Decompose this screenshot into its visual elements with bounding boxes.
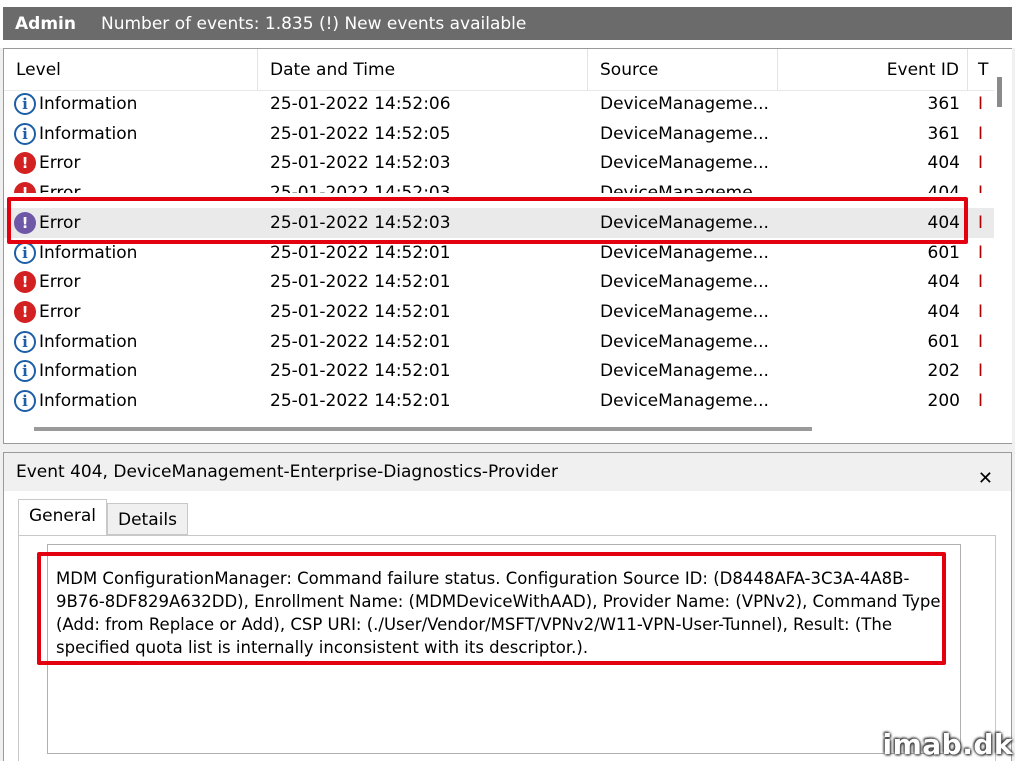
event-list-header: Level Date and Time Source Event ID T bbox=[4, 49, 994, 91]
info-icon: i bbox=[14, 330, 36, 353]
cell-event-id: 200 bbox=[927, 391, 960, 411]
column-header-event-id[interactable]: Event ID bbox=[778, 49, 968, 91]
cell-level-text: Error bbox=[39, 272, 81, 293]
top-area: Admin Number of events: 1.835 (!) New ev… bbox=[0, 0, 1015, 48]
cell-event-id: 404 bbox=[927, 183, 960, 194]
cell-event-id: 361 bbox=[927, 94, 960, 114]
tab-general[interactable]: General bbox=[18, 499, 107, 536]
cell-level: i Information bbox=[4, 119, 258, 149]
cell-date-time: 25-01-2022 14:52:06 bbox=[270, 94, 451, 114]
cell-source: DeviceManageme... bbox=[600, 183, 769, 194]
description-highlight-box bbox=[37, 552, 946, 665]
error-icon: ! bbox=[14, 271, 36, 294]
cell-level: i Information bbox=[4, 386, 258, 416]
cell-source: DeviceManageme... bbox=[600, 301, 769, 322]
table-row[interactable]: i Information 25-01-2022 14:52:06 DeviceMan… bbox=[4, 89, 994, 119]
cell-level-text: Information bbox=[39, 123, 138, 144]
cell-event-id: 361 bbox=[927, 123, 960, 144]
cell-task: I bbox=[978, 123, 984, 144]
event-count-text: Number of events: 1.835 (!) New events a… bbox=[101, 13, 527, 34]
cell-level: i Information bbox=[4, 356, 258, 386]
details-tabs: General Details bbox=[18, 499, 188, 536]
error-icon: ! bbox=[14, 152, 36, 175]
cell-source: DeviceManageme... bbox=[600, 123, 769, 144]
cell-date-time: 25-01-2022 14:52:01 bbox=[270, 361, 451, 382]
cell-event-id: 404 bbox=[927, 153, 960, 174]
table-row[interactable]: ! Error 25-01-2022 14:52:01 DeviceManageme.… bbox=[4, 267, 994, 297]
cell-date-time: 25-01-2022 14:52:01 bbox=[270, 331, 451, 352]
cell-level: ! Error bbox=[4, 267, 258, 297]
cell-date-time: 25-01-2022 14:52:01 bbox=[270, 301, 451, 322]
cell-level: ! Error bbox=[4, 178, 258, 194]
cell-task: I bbox=[978, 94, 984, 114]
cell-event-id: 601 bbox=[927, 331, 960, 352]
horizontal-scrollbar[interactable] bbox=[4, 415, 994, 443]
cell-level-text: Information bbox=[39, 391, 138, 411]
cell-source: DeviceManageme... bbox=[600, 153, 769, 174]
event-list[interactable]: Level Date and Time Source Event ID T iI… bbox=[3, 48, 1012, 444]
watermark: imab.dk bbox=[882, 728, 1013, 761]
cell-event-id: 202 bbox=[927, 361, 960, 382]
cell-date-time: 25-01-2022 14:52:01 bbox=[270, 272, 451, 293]
cell-date-time: 25-01-2022 14:52:05 bbox=[270, 123, 451, 144]
cell-source: DeviceManageme... bbox=[600, 94, 769, 114]
info-icon: i bbox=[14, 241, 36, 264]
cell-level-text: Error bbox=[39, 183, 81, 194]
table-row[interactable]: ! Error 25-01-2022 14:52:03 DeviceManageme.… bbox=[4, 148, 994, 178]
vertical-scroll-thumb[interactable] bbox=[997, 77, 1002, 107]
cell-event-id: 404 bbox=[927, 301, 960, 322]
info-icon: i bbox=[14, 360, 36, 383]
cell-level-text: Error bbox=[39, 301, 81, 322]
info-icon: i bbox=[14, 390, 36, 412]
cell-source: DeviceManageme... bbox=[600, 361, 769, 382]
cell-level: i Information bbox=[4, 89, 258, 119]
cell-task: I bbox=[978, 391, 984, 411]
cell-date-time: 25-01-2022 14:52:03 bbox=[270, 183, 451, 194]
cell-task: I bbox=[978, 361, 984, 382]
cell-task: I bbox=[978, 212, 984, 233]
table-row[interactable]: i Information 25-01-2022 14:52:01 DeviceMan… bbox=[4, 386, 994, 416]
vertical-scrollbar[interactable] bbox=[994, 49, 1012, 443]
error-icon: ! bbox=[14, 300, 36, 323]
selected-row-highlight-box bbox=[7, 197, 968, 244]
table-row[interactable]: ! Error 25-01-2022 14:52:03 DeviceManageme.… bbox=[4, 178, 994, 194]
table-row[interactable]: i Information 25-01-2022 14:52:05 DeviceMan… bbox=[4, 119, 994, 149]
event-details-title: Event 404, DeviceManagement-Enterprise-D… bbox=[4, 453, 1011, 491]
cell-task: I bbox=[978, 331, 984, 352]
log-name: Admin bbox=[15, 13, 76, 34]
cell-task: I bbox=[978, 153, 984, 174]
table-row[interactable]: ! Error 25-01-2022 14:52:01 DeviceManageme.… bbox=[4, 297, 994, 327]
cell-task: I bbox=[978, 301, 984, 322]
cell-level-text: Error bbox=[39, 153, 81, 174]
column-header-task[interactable]: T bbox=[968, 49, 994, 91]
cell-task: I bbox=[978, 242, 984, 263]
column-header-level[interactable]: Level bbox=[4, 49, 258, 91]
error-icon: ! bbox=[14, 182, 36, 194]
cell-source: DeviceManageme... bbox=[600, 391, 769, 411]
cell-level-text: Information bbox=[39, 331, 138, 352]
info-icon: i bbox=[14, 93, 36, 115]
cell-date-time: 25-01-2022 14:52:03 bbox=[270, 153, 451, 174]
cell-source: DeviceManageme... bbox=[600, 331, 769, 352]
column-header-source[interactable]: Source bbox=[588, 49, 778, 91]
cell-level: ! Error bbox=[4, 297, 258, 327]
cell-level: ! Error bbox=[4, 148, 258, 178]
cell-level-text: Information bbox=[39, 94, 138, 114]
info-icon: i bbox=[14, 122, 36, 145]
cell-task: I bbox=[978, 272, 984, 293]
cell-level-text: Information bbox=[39, 361, 138, 382]
cell-source: DeviceManageme... bbox=[600, 272, 769, 293]
table-row[interactable]: i Information 25-01-2022 14:52:01 DeviceMan… bbox=[4, 327, 994, 357]
table-row[interactable]: i Information 25-01-2022 14:52:01 DeviceMan… bbox=[4, 356, 994, 386]
cell-task: I bbox=[978, 183, 984, 194]
cell-event-id: 404 bbox=[927, 272, 960, 293]
column-header-date-time[interactable]: Date and Time bbox=[258, 49, 588, 91]
cell-date-time: 25-01-2022 14:52:01 bbox=[270, 391, 451, 411]
tab-details[interactable]: Details bbox=[107, 503, 188, 535]
event-details-title-text: Event 404, DeviceManagement-Enterprise-D… bbox=[16, 462, 558, 482]
close-icon[interactable]: ✕ bbox=[978, 460, 993, 498]
cell-level: i Information bbox=[4, 327, 258, 357]
horizontal-scroll-thumb[interactable] bbox=[34, 427, 812, 431]
log-title-bar: Admin Number of events: 1.835 (!) New ev… bbox=[3, 7, 1012, 40]
